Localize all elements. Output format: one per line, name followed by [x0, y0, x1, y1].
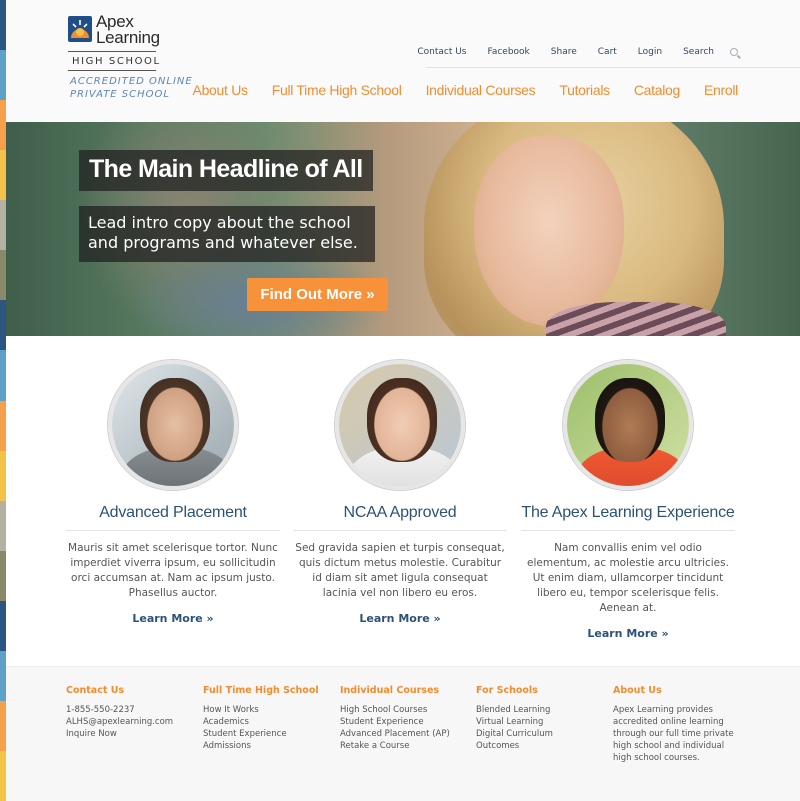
footer-heading[interactable]: Full Time High School — [203, 685, 319, 697]
footer-link[interactable]: Inquire Now — [66, 728, 173, 740]
footer-column-courses: Individual Courses High School Courses S… — [340, 685, 450, 752]
footer-link[interactable]: Retake a Course — [340, 740, 450, 752]
footer-column-about: About Us Apex Learning provides accredit… — [613, 685, 734, 764]
feature-divider — [521, 530, 735, 531]
footer-heading[interactable]: About Us — [613, 685, 734, 697]
feature-text: Sed gravida sapien et turpis consequat, … — [295, 542, 505, 599]
logo-divider — [68, 51, 156, 52]
logo-wordmark: Apex Learning — [96, 13, 160, 47]
footer-phone[interactable]: 1-855-550-2237 — [66, 704, 173, 716]
footer-about-text: accredited online learning — [613, 717, 724, 727]
utility-link-login[interactable]: Login — [638, 47, 662, 57]
search-icon[interactable] — [730, 48, 738, 56]
learn-more-link[interactable]: Learn More » — [66, 612, 280, 625]
learn-more-link[interactable]: Learn More » — [293, 612, 507, 625]
feature-text: Nam convallis enim vel odio elementum, a… — [527, 542, 729, 614]
footer-heading[interactable]: Individual Courses — [340, 685, 450, 697]
footer-about-text: high school and individual — [613, 741, 725, 751]
footer-about-text: through our full time private — [613, 729, 734, 739]
footer-heading[interactable]: For Schools — [476, 685, 553, 697]
nav-item-catalog[interactable]: Catalog — [634, 82, 680, 98]
footer-link[interactable]: Digital Curriculum — [476, 728, 553, 740]
hero-photo-student-face — [474, 136, 624, 326]
utility-link-facebook[interactable]: Facebook — [487, 47, 529, 57]
utility-link-contact[interactable]: Contact Us — [417, 47, 466, 57]
features-section: Advanced Placement Mauris sit amet scele… — [6, 336, 800, 666]
footer-link[interactable]: Student Experience — [340, 716, 450, 728]
feature-card: The Apex Learning Experience Nam convall… — [521, 360, 735, 640]
utility-link-share[interactable]: Share — [551, 47, 577, 57]
feature-title: NCAA Approved — [343, 504, 457, 521]
footer-link[interactable]: Blended Learning — [476, 704, 553, 716]
find-out-more-button[interactable]: Find Out More » — [247, 278, 388, 311]
footer-about-text: Apex Learning provides — [613, 705, 713, 715]
hero-headline: The Main Headline of All — [79, 150, 373, 191]
footer-heading[interactable]: Contact Us — [66, 685, 173, 697]
footer-link[interactable]: Admissions — [203, 740, 319, 752]
main-nav: About Us Full Time High School Individua… — [169, 82, 739, 98]
student-photo — [108, 360, 238, 490]
utility-divider — [426, 67, 800, 68]
hero-photo-student-shirt — [546, 302, 726, 336]
apex-sun-logo-icon — [68, 16, 92, 42]
nav-item-enroll[interactable]: Enroll — [704, 82, 738, 98]
site-footer: Contact Us 1-855-550-2237 ALHS@apexlearn… — [6, 666, 800, 801]
logo-school-label: HIGH SCHOOL — [72, 56, 161, 67]
nav-item-full-time-high-school[interactable]: Full Time High School — [272, 82, 402, 98]
feature-card: Advanced Placement Mauris sit amet scele… — [66, 360, 280, 625]
footer-column-contact: Contact Us 1-855-550-2237 ALHS@apexlearn… — [66, 685, 173, 740]
utility-link-search[interactable]: Search — [683, 47, 714, 57]
feature-text: Mauris sit amet scelerisque tortor. Nunc… — [68, 542, 278, 599]
footer-link[interactable]: Student Experience — [203, 728, 319, 740]
feature-divider — [293, 530, 507, 531]
footer-column-full-time: Full Time High School How It Works Acade… — [203, 685, 319, 752]
nav-item-individual-courses[interactable]: Individual Courses — [426, 82, 536, 98]
nav-item-about-us[interactable]: About Us — [193, 82, 248, 98]
logo-name-line2: Learning — [96, 28, 160, 47]
student-photo — [563, 360, 693, 490]
learn-more-link[interactable]: Learn More » — [521, 627, 735, 640]
feature-divider — [66, 530, 280, 531]
utility-nav: Contact Us Facebook Share Cart Login Sea… — [396, 47, 738, 57]
footer-link[interactable]: How It Works — [203, 704, 319, 716]
utility-link-cart[interactable]: Cart — [598, 47, 617, 57]
feature-title: Advanced Placement — [99, 504, 247, 521]
student-photo — [335, 360, 465, 490]
footer-link[interactable]: Academics — [203, 716, 319, 728]
decorative-color-strip — [0, 0, 6, 801]
footer-column-schools: For Schools Blended Learning Virtual Lea… — [476, 685, 553, 752]
feature-card: NCAA Approved Sed gravida sapien et turp… — [293, 360, 507, 625]
footer-about-text: high school courses. — [613, 753, 700, 763]
footer-link[interactable]: Virtual Learning — [476, 716, 553, 728]
feature-title: The Apex Learning Experience — [521, 504, 735, 521]
footer-link[interactable]: Advanced Placement (AP) — [340, 728, 450, 740]
footer-link[interactable]: High School Courses — [340, 704, 450, 716]
site-header: Apex Learning HIGH SCHOOL ACCREDITED ONL… — [6, 0, 800, 122]
nav-item-tutorials[interactable]: Tutorials — [559, 82, 610, 98]
footer-link[interactable]: Outcomes — [476, 740, 553, 752]
footer-email[interactable]: ALHS@apexlearning.com — [66, 716, 173, 728]
hero-intro: Lead intro copy about the school and pro… — [79, 206, 375, 262]
logo-divider — [68, 70, 156, 71]
